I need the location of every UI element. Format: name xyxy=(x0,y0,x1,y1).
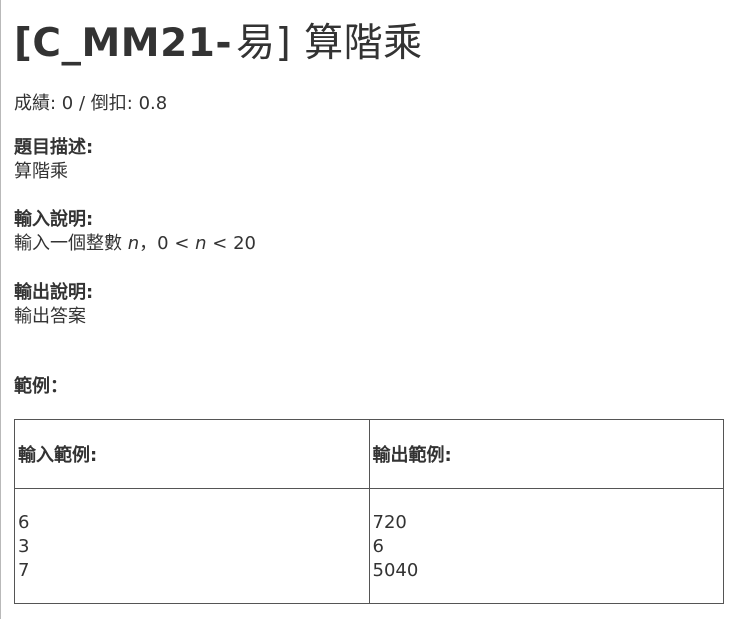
examples-header-row: 輸入範例: 輸出範例: xyxy=(14,419,724,489)
examples-content-row: 6 3 7 720 6 5040 xyxy=(14,488,724,604)
score-separator: / xyxy=(73,93,91,114)
score-label: 成績: xyxy=(14,93,62,114)
input-example-line: 7 xyxy=(18,560,30,581)
output-example-cell[interactable]: 720 6 5040 xyxy=(368,488,724,604)
input-example-cell[interactable]: 6 3 7 xyxy=(14,488,370,604)
input-body-middle: ，0 < xyxy=(139,233,196,254)
input-var-n-2: n xyxy=(195,233,207,254)
input-example-line: 3 xyxy=(18,536,30,557)
description-body: 算階乘 xyxy=(14,161,68,182)
output-example-header: 輸出範例: xyxy=(368,419,724,489)
output-heading: 輸出說明: xyxy=(14,282,94,303)
description-heading: 題目描述: xyxy=(14,137,94,158)
problem-code: [C_MM21- xyxy=(14,21,233,66)
output-example-line: 720 xyxy=(372,512,407,533)
input-section: 輸入說明: 輸入一個整數 n，0 < n < 20 xyxy=(14,208,256,256)
score-value: 0 xyxy=(61,93,74,114)
examples-heading: 範例： xyxy=(14,376,68,397)
output-section: 輸出說明: 輸出答案 xyxy=(14,281,93,329)
output-example-line: 5040 xyxy=(372,560,419,581)
examples-table: 輸入範例: 輸出範例: 6 3 7 720 6 5040 xyxy=(14,419,724,604)
description-section: 題目描述: 算階乘 xyxy=(14,136,93,184)
input-body: 輸入一個整數 n，0 < n < 20 xyxy=(14,232,256,256)
problem-title: 易] 算階乘 xyxy=(236,21,423,66)
input-heading: 輸入說明: xyxy=(14,209,94,230)
examples-section: 範例： xyxy=(14,375,68,399)
input-example-line: 6 xyxy=(18,512,30,533)
score-line: 成績: 0 / 倒扣: 0.8 xyxy=(14,89,167,115)
input-body-suffix: < 20 xyxy=(206,233,256,254)
output-example-line: 6 xyxy=(372,536,384,557)
input-example-header: 輸入範例: xyxy=(14,419,370,489)
input-body-prefix: 輸入一個整數 xyxy=(14,233,128,254)
deduct-value: 0.8 xyxy=(138,93,168,114)
left-border xyxy=(0,0,1,619)
input-var-n: n xyxy=(127,233,140,254)
output-body: 輸出答案 xyxy=(14,306,86,327)
page-title: [C_MM21- 易] 算階乘 xyxy=(14,12,423,68)
deduct-label: 倒扣: xyxy=(90,93,139,114)
